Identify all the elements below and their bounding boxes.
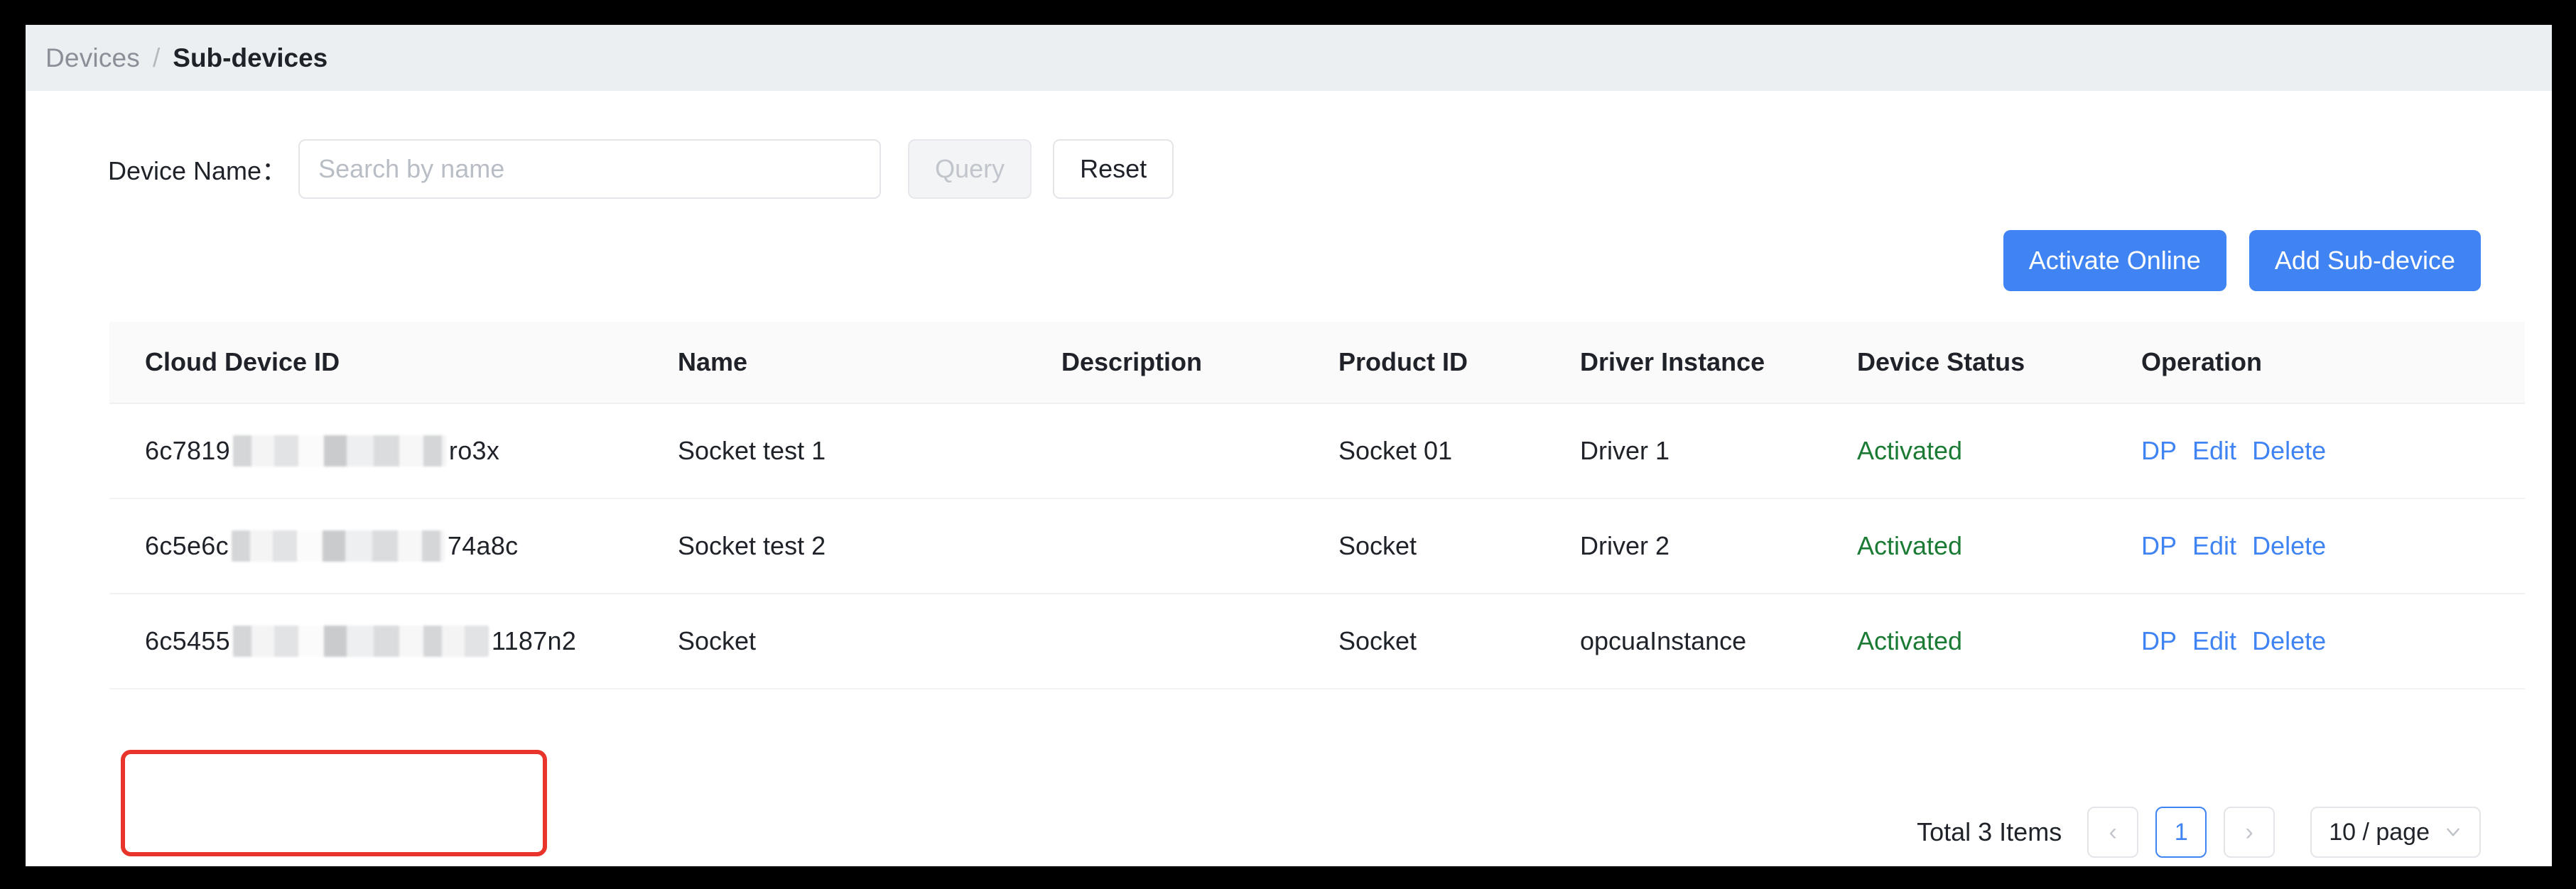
cloud-device-id-value: 6c7819 ro3x bbox=[145, 435, 499, 467]
cell-product-id: Socket 01 bbox=[1338, 403, 1580, 499]
column-header-product-id: Product ID bbox=[1338, 322, 1580, 404]
highlight-annotation-box bbox=[121, 750, 547, 856]
device-id-prefix: 6c7819 bbox=[145, 436, 230, 465]
cell-product-id: Socket bbox=[1338, 594, 1580, 689]
cloud-device-id-value: 6c5e6c 74a8c bbox=[145, 530, 518, 562]
chevron-down-icon bbox=[2444, 823, 2462, 841]
breadcrumb: Devices / Sub-devices bbox=[26, 25, 2552, 91]
cell-operation: DP Edit Delete bbox=[2141, 403, 2525, 499]
column-header-operation: Operation bbox=[2141, 322, 2525, 404]
delete-link[interactable]: Delete bbox=[2252, 531, 2326, 561]
dp-link[interactable]: DP bbox=[2141, 531, 2177, 561]
query-button[interactable]: Query bbox=[908, 139, 1032, 199]
application-window: Devices / Sub-devices Device Name： Query… bbox=[26, 25, 2552, 866]
cell-cloud-device-id: 6c7819 ro3x bbox=[109, 403, 678, 499]
page-size-label: 10 / page bbox=[2329, 818, 2430, 846]
cell-driver-instance: opcuaInstance bbox=[1580, 594, 1857, 689]
table-row[interactable]: 6c7819 ro3x Socket test 1 Socket 01 Driv… bbox=[109, 403, 2525, 499]
cell-cloud-device-id: 6c5455 1187n2 bbox=[109, 594, 678, 689]
previous-page-button[interactable]: ‹ bbox=[2087, 807, 2139, 858]
search-input[interactable] bbox=[298, 139, 882, 199]
table-row[interactable]: 6c5e6c 74a8c Socket test 2 Socket Driver… bbox=[109, 498, 2525, 594]
device-id-prefix: 6c5455 bbox=[145, 626, 230, 655]
redacted-device-id-mask bbox=[232, 626, 489, 657]
column-header-device-status: Device Status bbox=[1857, 322, 2141, 404]
table-row[interactable]: 6c5455 1187n2 Socket Socket opcuaInstanc… bbox=[109, 594, 2525, 689]
device-id-suffix: 1187n2 bbox=[491, 626, 577, 655]
breadcrumb-separator: / bbox=[153, 43, 161, 72]
status-badge: Activated bbox=[1857, 436, 1963, 465]
sub-devices-table: Cloud Device ID Name Description Product… bbox=[109, 322, 2525, 689]
cell-product-id: Socket bbox=[1338, 498, 1580, 594]
device-id-suffix: 74a8c bbox=[447, 531, 519, 560]
pagination: Total 3 Items ‹ 1 › 10 / page bbox=[1917, 807, 2481, 858]
add-sub-device-button[interactable]: Add Sub-device bbox=[2248, 230, 2481, 291]
edit-link[interactable]: Edit bbox=[2192, 626, 2236, 656]
column-header-description: Description bbox=[1061, 322, 1338, 404]
cell-driver-instance: Driver 1 bbox=[1580, 403, 1857, 499]
cell-device-status: Activated bbox=[1857, 498, 2141, 594]
total-items-label: Total 3 Items bbox=[1917, 817, 2062, 846]
cell-description bbox=[1061, 594, 1338, 689]
column-header-driver-instance: Driver Instance bbox=[1580, 322, 1857, 404]
reset-button[interactable]: Reset bbox=[1053, 139, 1174, 199]
content-card: Device Name： Query Reset Activate Online… bbox=[40, 91, 2552, 866]
dp-link[interactable]: DP bbox=[2141, 436, 2177, 466]
breadcrumb-item-devices[interactable]: Devices bbox=[45, 43, 140, 73]
edit-link[interactable]: Edit bbox=[2192, 531, 2236, 561]
table-header-row: Cloud Device ID Name Description Product… bbox=[109, 322, 2525, 404]
cell-device-status: Activated bbox=[1857, 594, 2141, 689]
redacted-device-id-mask bbox=[231, 530, 445, 562]
breadcrumb-item-sub-devices: Sub-devices bbox=[173, 43, 328, 72]
edit-link[interactable]: Edit bbox=[2192, 436, 2236, 466]
dp-link[interactable]: DP bbox=[2141, 626, 2177, 656]
status-badge: Activated bbox=[1857, 626, 1963, 655]
device-id-prefix: 6c5e6c bbox=[145, 531, 229, 560]
cell-name: Socket test 2 bbox=[678, 498, 1061, 594]
redacted-device-id-mask bbox=[232, 435, 446, 467]
cloud-device-id-value: 6c5455 1187n2 bbox=[145, 626, 576, 657]
cell-device-status: Activated bbox=[1857, 403, 2141, 499]
cell-description bbox=[1061, 403, 1338, 499]
device-id-suffix: ro3x bbox=[448, 436, 500, 465]
column-header-cloud-device-id: Cloud Device ID bbox=[109, 322, 678, 404]
cell-cloud-device-id: 6c5e6c 74a8c bbox=[109, 498, 678, 594]
device-name-label: Device Name： bbox=[108, 156, 288, 185]
cell-name: Socket test 1 bbox=[678, 403, 1061, 499]
cell-description bbox=[1061, 498, 1338, 594]
cell-driver-instance: Driver 2 bbox=[1580, 498, 1857, 594]
next-page-button[interactable]: › bbox=[2224, 807, 2275, 858]
status-badge: Activated bbox=[1857, 531, 1963, 560]
page-size-select[interactable]: 10 / page bbox=[2310, 807, 2481, 858]
delete-link[interactable]: Delete bbox=[2252, 436, 2326, 466]
delete-link[interactable]: Delete bbox=[2252, 626, 2326, 656]
column-header-name: Name bbox=[678, 322, 1061, 404]
cell-operation: DP Edit Delete bbox=[2141, 498, 2525, 594]
filter-bar: Device Name： Query Reset bbox=[40, 137, 1174, 201]
cell-operation: DP Edit Delete bbox=[2141, 594, 2525, 689]
page-number-1-button[interactable]: 1 bbox=[2155, 807, 2207, 858]
cell-name: Socket bbox=[678, 594, 1061, 689]
action-buttons: Activate Online Add Sub-device bbox=[2003, 230, 2481, 291]
activate-online-button[interactable]: Activate Online bbox=[2003, 230, 2226, 291]
